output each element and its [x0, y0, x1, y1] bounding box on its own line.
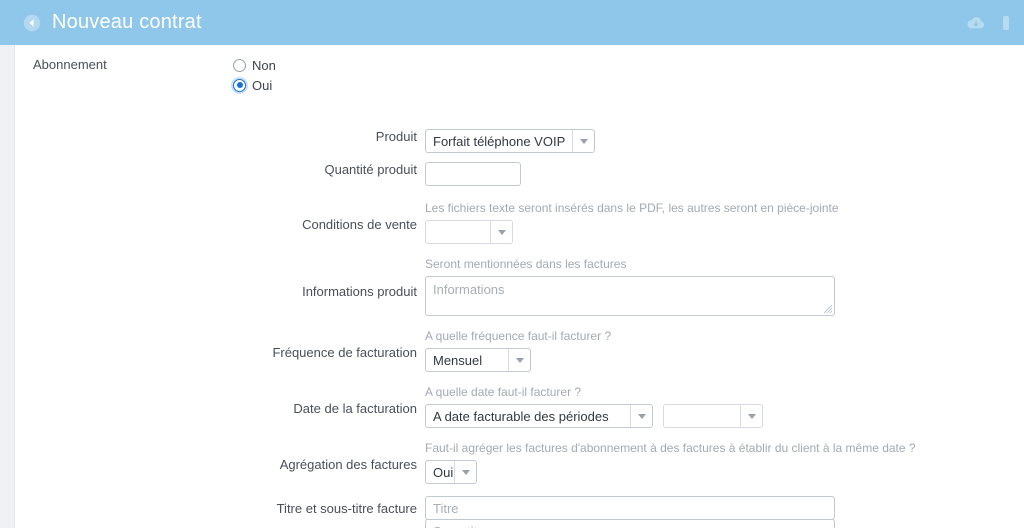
section-label-abonnement: Abonnement	[33, 57, 107, 72]
field-control-frequence: A quelle fréquence faut-il facturer ? Me…	[425, 328, 1024, 372]
radio-mark-non[interactable]	[233, 58, 246, 72]
field-control-informations: Seront mentionnées dans les factures	[425, 256, 1024, 316]
select-produit-value: Forfait téléphone VOIP	[433, 133, 566, 149]
radio-abonnement-non[interactable]: Non	[233, 56, 276, 74]
select-date-facturation-primary-value: A date facturable des périodes	[433, 408, 609, 424]
chevron-down-icon[interactable]	[508, 349, 530, 371]
help-text-agregation: Faut-il agréger les factures d'abonnemen…	[425, 441, 916, 455]
radio-abonnement-oui[interactable]: Oui	[233, 76, 276, 94]
chevron-down-icon[interactable]	[630, 405, 652, 427]
field-label-informations: Informations produit	[302, 284, 417, 299]
field-row-frequence: Fréquence de facturation A quelle fréque…	[15, 328, 1024, 372]
titre-inputs	[425, 496, 1024, 528]
field-list: Produit Forfait téléphone VOIP Quantité …	[15, 129, 1024, 528]
radio-mark-oui[interactable]	[233, 78, 246, 92]
select-frequence-value: Mensuel	[433, 352, 483, 368]
field-control-conditions: Les fichiers texte seront insérés dans l…	[425, 200, 1024, 244]
field-label-date-facturation: Date de la facturation	[293, 401, 417, 416]
page-body: Abonnement Non Oui Produit Forfait télép…	[0, 45, 1024, 528]
help-text-conditions: Les fichiers texte seront insérés dans l…	[425, 201, 839, 215]
select-date-facturation-secondary-value	[664, 405, 678, 427]
textarea-wrap-informations	[425, 276, 835, 316]
textarea-informations-produit[interactable]	[425, 276, 835, 316]
field-label-produit: Produit	[375, 129, 417, 144]
field-label-titre: Titre et sous-titre facture	[276, 501, 417, 516]
field-row-date-facturation: Date de la facturation A quelle date fau…	[15, 384, 1024, 428]
page-title: Nouveau contrat	[52, 11, 202, 33]
select-frequence-facturation[interactable]: Mensuel	[425, 348, 531, 372]
select-conditions-value	[426, 221, 440, 243]
field-label-frequence: Fréquence de facturation	[272, 345, 417, 360]
cloud-download-icon[interactable]	[966, 13, 986, 33]
back-arrow-circle-icon[interactable]	[22, 13, 42, 33]
field-control-titre	[425, 496, 1024, 528]
section-abonnement: Abonnement Non Oui	[15, 45, 1024, 96]
input-sous-titre-facture[interactable]	[425, 519, 835, 528]
field-row-titre: Titre et sous-titre facture	[15, 496, 1024, 528]
chevron-down-icon[interactable]	[454, 461, 476, 483]
select-date-facturation-primary[interactable]: A date facturable des périodes	[425, 404, 653, 428]
input-quantite-produit[interactable]	[425, 162, 521, 186]
field-label-quantite: Quantité produit	[324, 162, 417, 177]
app-header: Nouveau contrat	[0, 0, 1024, 45]
abonnement-radio-group: Non Oui	[233, 55, 276, 96]
radio-label-non: Non	[252, 57, 276, 73]
radio-label-oui: Oui	[252, 77, 273, 93]
field-row-conditions: Conditions de vente Les fichiers texte s…	[15, 200, 1024, 244]
chevron-down-icon[interactable]	[572, 130, 594, 152]
select-conditions-vente[interactable]	[425, 220, 513, 244]
chevron-down-icon[interactable]	[490, 221, 512, 243]
left-rail	[0, 45, 15, 528]
field-control-agregation: Faut-il agréger les factures d'abonnemen…	[425, 440, 1024, 484]
date-facturation-controls: A date facturable des périodes	[425, 404, 1024, 428]
input-titre-facture[interactable]	[425, 496, 835, 520]
header-actions	[966, 13, 1012, 33]
field-control-date-facturation: A quelle date faut-il facturer ? A date …	[425, 384, 1024, 428]
field-control-produit: Forfait téléphone VOIP	[425, 129, 1024, 153]
chevron-down-icon[interactable]	[740, 405, 762, 427]
select-date-facturation-secondary[interactable]	[663, 404, 763, 428]
field-label-agregation: Agrégation des factures	[279, 457, 417, 472]
help-text-date-facturation: A quelle date faut-il facturer ?	[425, 385, 582, 399]
field-label-conditions: Conditions de vente	[302, 217, 417, 232]
field-row-agregation: Agrégation des factures Faut-il agréger …	[15, 440, 1024, 484]
field-row-informations: Informations produit Seront mentionnées …	[15, 256, 1024, 316]
select-agregation-factures[interactable]: Oui	[425, 460, 477, 484]
field-row-produit: Produit Forfait téléphone VOIP	[15, 129, 1024, 153]
field-row-quantite: Quantité produit	[15, 162, 1024, 186]
field-control-quantite	[425, 162, 1024, 186]
partial-icon[interactable]	[1002, 13, 1022, 33]
select-agregation-value: Oui	[433, 464, 454, 480]
contract-form: Abonnement Non Oui Produit Forfait télép…	[15, 45, 1024, 528]
help-text-informations: Seront mentionnées dans les factures	[425, 257, 627, 271]
select-produit[interactable]: Forfait téléphone VOIP	[425, 129, 596, 153]
help-text-frequence: A quelle fréquence faut-il facturer ?	[425, 329, 612, 343]
